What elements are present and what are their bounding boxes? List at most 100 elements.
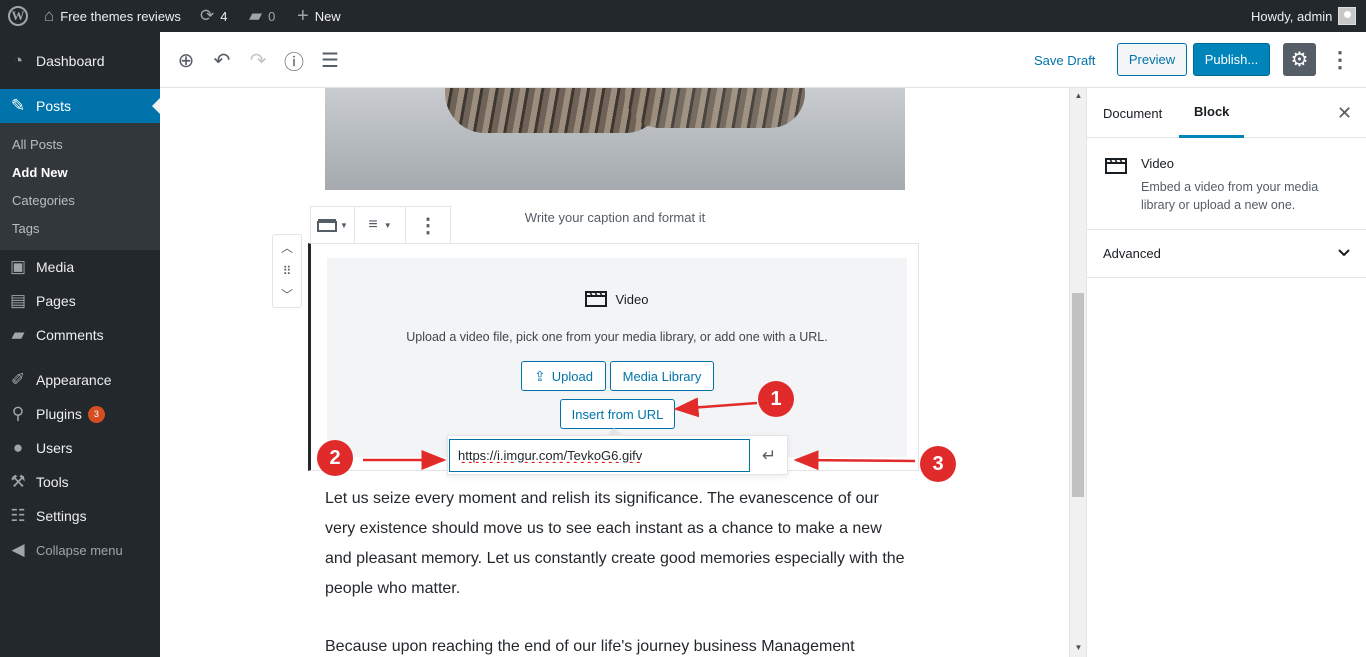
sidebar-item-comments[interactable]: ▰ Comments (0, 318, 160, 352)
move-down-icon[interactable]: ﹀ (281, 286, 293, 303)
sub-item-tags[interactable]: Tags (12, 221, 39, 236)
sidebar-item-dashboard[interactable]: ◔ Dashboard (0, 44, 160, 78)
collapse-menu-button[interactable]: ◀ Collapse menu (0, 533, 160, 567)
media-library-button[interactable]: Media Library (610, 361, 714, 391)
paragraph-block[interactable]: Let us seize every moment and relish its… (325, 484, 905, 604)
redo-icon[interactable]: ↷ (246, 48, 270, 72)
step-badge-3: 3 (920, 446, 956, 482)
sidebar-item-label: Users (36, 440, 73, 456)
wrench-icon: ⚒ (10, 472, 26, 491)
greeting: Howdy, admin (1251, 8, 1333, 24)
tab-document[interactable]: Document (1103, 88, 1162, 138)
pushpin-icon: ✎ (10, 96, 26, 115)
sub-item-all-posts[interactable]: All Posts (12, 137, 63, 152)
insert-from-url-button[interactable]: Insert from URL (560, 399, 675, 429)
add-block-icon[interactable]: ⊕ (174, 48, 198, 72)
new-label: New (314, 8, 341, 24)
step-badge-1: 1 (758, 381, 794, 417)
preview-button[interactable]: Preview (1117, 43, 1187, 76)
outline-list-icon[interactable]: ☰ (318, 48, 342, 72)
new-content-link[interactable]: + New (297, 0, 341, 32)
block-toolbar: ▼ ≡ ▼ ⋮ (310, 206, 451, 244)
film-clapper-icon (317, 219, 338, 232)
sidebar-item-users[interactable]: ● Users (0, 431, 160, 465)
block-name: Video (1141, 156, 1175, 171)
tab-block[interactable]: Block (1179, 88, 1245, 138)
apply-url-icon[interactable]: ↵ (754, 442, 784, 470)
refresh-icon: ⟳ (200, 6, 215, 25)
plus-icon: + (297, 4, 309, 27)
media-icon: ▣ (9, 257, 27, 276)
settings-sliders-icon: ☷ (10, 506, 26, 525)
comments-icon: ▰ (11, 325, 25, 344)
close-icon[interactable]: ✕ (1337, 103, 1352, 124)
account-menu[interactable]: Howdy, admin (1251, 0, 1357, 32)
info-icon[interactable]: ⓘ (282, 48, 306, 74)
settings-gear-icon[interactable]: ⚙ (1283, 43, 1316, 76)
upload-label: Upload (551, 368, 593, 384)
publish-button[interactable]: Publish... (1193, 43, 1270, 76)
pages-icon: ▤ (9, 291, 27, 310)
home-icon: ⌂ (44, 6, 55, 25)
sidebar-item-label: Settings (36, 508, 87, 524)
url-popover: ↵ (447, 428, 788, 475)
updates-count: 4 (220, 8, 228, 24)
step-badge-2: 2 (317, 440, 353, 476)
sidebar-item-label: Posts (36, 98, 72, 114)
drag-handle-icon[interactable]: ⠿ (283, 264, 292, 278)
canvas-scrollbar[interactable]: ▲ ▼ (1069, 88, 1086, 657)
comment-bubble-icon: ▰ (249, 6, 263, 25)
block-description: Embed a video from your media library or… (1141, 180, 1319, 212)
scroll-thumb[interactable] (1072, 293, 1084, 497)
updates-link[interactable]: ⟳ 4 (200, 0, 227, 32)
upload-button[interactable]: ⇪ Upload (521, 361, 606, 391)
site-name-link[interactable]: ⌂ Free themes reviews (44, 0, 181, 32)
sidebar-item-plugins[interactable]: ⚲ Plugins 3 (0, 397, 160, 431)
sidebar-item-appearance[interactable]: ✐ Appearance (0, 363, 160, 397)
settings-sidebar: Document Block ✕ Video Embed a video fro… (1086, 88, 1366, 657)
block-switcher-button[interactable]: ▼ (311, 207, 355, 243)
placeholder-title-row: Video (327, 291, 907, 307)
scroll-down-icon[interactable]: ▼ (1070, 643, 1087, 652)
sidebar-item-tools[interactable]: ⚒ Tools (0, 465, 160, 499)
plugins-update-badge: 3 (87, 405, 105, 423)
placeholder-instructions: Upload a video file, pick one from your … (406, 330, 828, 344)
cat-image[interactable] (325, 88, 905, 190)
align-button[interactable]: ≡ ▼ (355, 207, 406, 243)
sub-item-categories[interactable]: Categories (12, 193, 75, 208)
plugin-icon: ⚲ (11, 404, 25, 423)
avatar (1338, 7, 1357, 25)
sidebar-item-settings[interactable]: ☷ Settings (0, 499, 160, 533)
comments-link[interactable]: ▰ 0 (249, 0, 275, 32)
sub-item-add-new[interactable]: Add New (12, 165, 68, 180)
paragraph-block[interactable]: Because upon reaching the end of our lif… (325, 632, 905, 657)
block-more-options-icon[interactable]: ⋮ (406, 207, 450, 243)
admin-bar: W ⌂ Free themes reviews ⟳ 4 ▰ 0 + New Ho… (0, 0, 1366, 32)
url-input[interactable] (449, 439, 750, 472)
film-clapper-icon (1105, 158, 1127, 174)
more-options-icon[interactable]: ⋮ (1329, 47, 1351, 72)
sidebar-item-label: Plugins (36, 406, 82, 422)
advanced-panel[interactable]: Advanced (1087, 230, 1366, 278)
sidebar-item-label: Comments (36, 327, 104, 343)
film-clapper-icon (585, 291, 608, 307)
comments-count: 0 (268, 8, 276, 24)
dashboard-icon: ◔ (12, 51, 24, 70)
advanced-label: Advanced (1103, 246, 1161, 261)
scroll-up-icon[interactable]: ▲ (1070, 91, 1087, 100)
align-center-icon: ≡ (368, 216, 378, 233)
sidebar-item-label: Tools (36, 474, 69, 490)
settings-tabs: Document Block ✕ (1087, 88, 1366, 138)
sidebar-item-posts[interactable]: ✎ Posts (0, 89, 160, 123)
upload-icon: ⇪ (534, 367, 546, 384)
undo-icon[interactable]: ↶ (210, 48, 234, 72)
site-name: Free themes reviews (60, 8, 181, 24)
move-up-icon[interactable]: ︿ (281, 239, 293, 256)
sidebar-item-pages[interactable]: ▤ Pages (0, 284, 160, 318)
wordpress-logo-icon[interactable]: W (6, 0, 30, 32)
sidebar-item-label: Dashboard (36, 53, 105, 69)
sidebar-item-media[interactable]: ▣ Media (0, 250, 160, 284)
block-mover: ︿ ⠿ ﹀ (272, 234, 302, 308)
users-icon: ● (12, 438, 24, 457)
save-draft-button[interactable]: Save Draft (1034, 53, 1095, 68)
